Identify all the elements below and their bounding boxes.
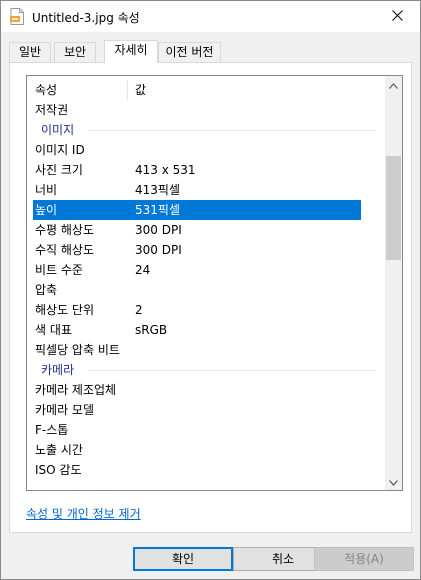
apply-button[interactable]: 적용(A) [314, 547, 414, 571]
property-name: 색 대표 [35, 323, 72, 337]
property-value: sRGB [135, 323, 168, 337]
property-name: 높이 [35, 203, 58, 217]
property-name: 해상도 단위 [35, 303, 95, 317]
property-row[interactable]: 색 대표 sRGB [27, 320, 385, 340]
property-value: 2 [135, 303, 143, 317]
property-name: 저작권 [35, 103, 69, 117]
property-row[interactable]: 비트 수준 24 [27, 260, 385, 280]
group-header: 카메라 [27, 360, 385, 380]
property-row[interactable]: 카메라 모델 [27, 400, 385, 420]
tab-security[interactable]: 보안 [54, 42, 96, 62]
property-name: 카메라 모델 [35, 403, 95, 417]
property-name: 압축 [35, 283, 58, 297]
property-name: 노출 시간 [35, 443, 83, 457]
chevron-up-icon [389, 78, 398, 92]
jpg-file-icon [10, 8, 24, 25]
properties-window: Untitled-3.jpg 속성 일반 보안 자세히 이전 버전 속성 값 저… [0, 0, 421, 580]
property-name: 카메라 제조업체 [35, 383, 117, 397]
property-row[interactable]: 카메라 제조업체 [27, 380, 385, 400]
property-row[interactable]: 압축 [27, 280, 385, 300]
scroll-down-button[interactable] [385, 473, 402, 490]
group-label: 이미지 [41, 123, 75, 137]
property-value: 413픽셀 [135, 183, 180, 197]
property-row[interactable]: 너비 413픽셀 [27, 180, 385, 200]
remove-properties-link[interactable]: 속성 및 개인 정보 제거 [26, 505, 141, 522]
property-row[interactable]: 수직 해상도 300 DPI [27, 240, 385, 260]
property-name: 너비 [35, 183, 58, 197]
property-value: 300 DPI [135, 243, 182, 257]
property-row[interactable]: 해상도 단위 2 [27, 300, 385, 320]
header-property[interactable]: 속성 [35, 80, 57, 100]
property-name: 픽셀당 압축 비트 [35, 343, 120, 357]
property-row-selected[interactable]: 높이 531픽셀 [33, 200, 361, 220]
property-name: 비트 수준 [35, 263, 83, 277]
scroll-up-button[interactable] [385, 76, 402, 93]
close-icon [391, 9, 403, 24]
tab-strip: 일반 보안 자세히 이전 버전 [9, 40, 413, 63]
property-name: ISO 감도 [35, 463, 82, 477]
property-row[interactable]: 노출 시간 [27, 440, 385, 460]
property-value: 300 DPI [135, 223, 182, 237]
property-row[interactable]: ISO 감도 [27, 460, 385, 480]
property-row[interactable]: 사진 크기 413 x 531 [27, 160, 385, 180]
property-value: 531픽셀 [135, 203, 180, 217]
group-header: 이미지 [27, 120, 385, 140]
property-row[interactable]: 저작권 [27, 100, 385, 120]
property-name: F-스톱 [35, 423, 69, 437]
property-name: 이미지 ID [35, 143, 85, 157]
property-name: 사진 크기 [35, 163, 83, 177]
scrollbar-thumb[interactable] [386, 156, 401, 260]
ok-button[interactable]: 확인 [133, 547, 233, 571]
property-value: 24 [135, 263, 151, 277]
group-divider-line [89, 130, 375, 131]
property-row[interactable]: 픽셀당 압축 비트 [27, 340, 385, 360]
property-list[interactable]: 속성 값 저작권이미지이미지 ID 사진 크기 413 x 531 너비 413픽셀높이… [26, 75, 403, 491]
tab-details[interactable]: 자세히 [104, 40, 158, 63]
header-value[interactable]: 값 [135, 80, 146, 100]
property-name: 수평 해상도 [35, 223, 95, 237]
property-row[interactable]: 이미지 ID [27, 140, 385, 160]
group-divider-line [89, 370, 375, 371]
column-divider[interactable] [127, 80, 128, 100]
list-header: 속성 값 [27, 80, 385, 100]
property-row[interactable]: 수평 해상도 300 DPI [27, 220, 385, 240]
window-title: Untitled-3.jpg 속성 [32, 11, 140, 25]
tab-general[interactable]: 일반 [9, 42, 51, 62]
vertical-scrollbar[interactable] [385, 76, 402, 490]
property-row[interactable]: F-스톱 [27, 420, 385, 440]
details-panel: 속성 값 저작권이미지이미지 ID 사진 크기 413 x 531 너비 413픽셀높이… [9, 62, 412, 533]
property-name: 수직 해상도 [35, 243, 95, 257]
chevron-down-icon [389, 475, 398, 489]
title-bar[interactable]: Untitled-3.jpg 속성 [1, 1, 420, 32]
tab-previous-versions[interactable]: 이전 버전 [158, 42, 221, 62]
group-label: 카메라 [41, 363, 75, 377]
property-value: 413 x 531 [135, 163, 196, 177]
close-button[interactable] [374, 1, 420, 32]
